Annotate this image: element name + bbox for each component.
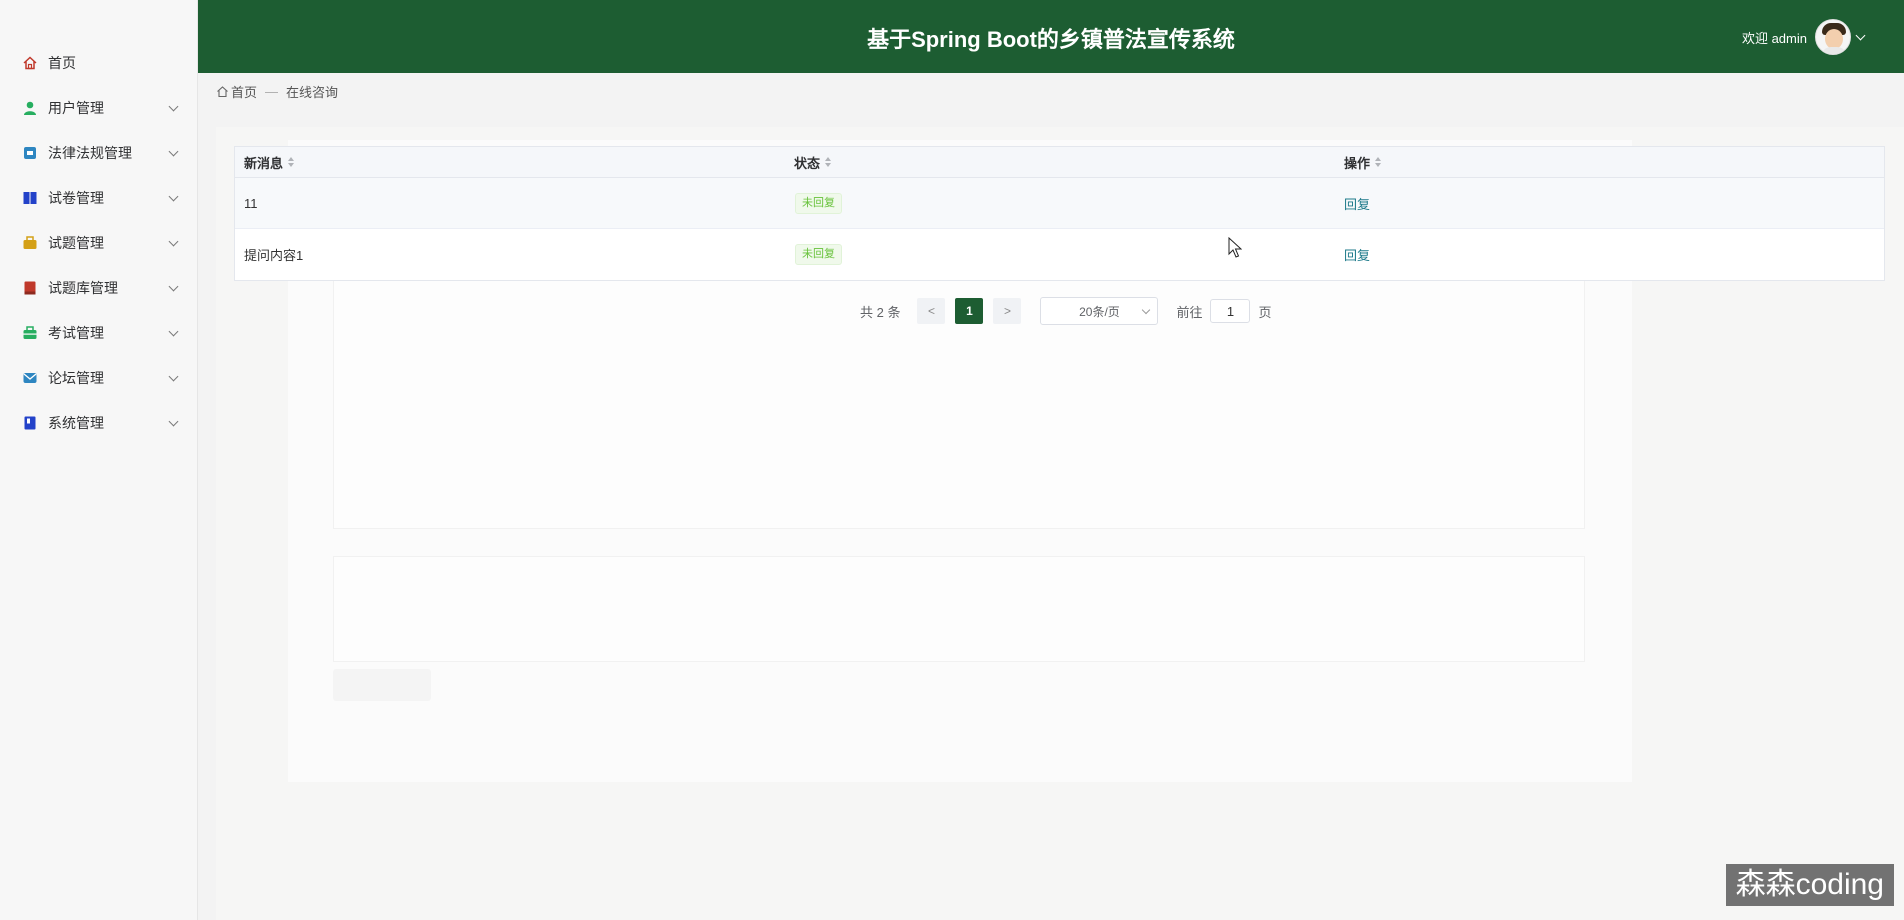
cell-action: 回复 — [1335, 194, 1884, 213]
pagination-goto: 前往 页 — [1176, 299, 1272, 323]
ghost-input — [333, 556, 1585, 662]
sidebar-menu: 首页 用户管理 法律法规管理 试卷管理 试题管理 试题库管理 考试管理 论坛管理… — [0, 40, 197, 445]
mouse-cursor-icon — [1228, 236, 1243, 259]
ghost-textarea — [333, 254, 1585, 529]
sidebar-item-label: 首页 — [48, 54, 76, 71]
sidebar-item-forum[interactable]: 论坛管理 — [0, 355, 197, 400]
chevron-down-icon — [168, 371, 179, 381]
system-icon — [22, 415, 38, 431]
sort-icon[interactable] — [288, 157, 295, 167]
sidebar-item-question-bank[interactable]: 试题库管理 — [0, 265, 197, 310]
sidebar-item-papers[interactable]: 试卷管理 — [0, 175, 197, 220]
reply-button[interactable]: 回复 — [1344, 245, 1370, 264]
table-header: 新消息 状态 操作 — [235, 147, 1884, 178]
chevron-down-icon — [1142, 305, 1151, 315]
sidebar-item-label: 论坛管理 — [48, 369, 104, 386]
exam-icon — [22, 325, 38, 341]
cell-status: 未回复 — [785, 192, 1335, 214]
home-icon[interactable] — [216, 85, 229, 98]
bank-icon — [22, 280, 38, 296]
chevron-down-icon — [168, 191, 179, 201]
pagination: 共 2 条 < 1 > 20条/页 前往 页 — [860, 297, 1272, 325]
sidebar-item-label: 用户管理 — [48, 99, 104, 116]
sidebar-item-label: 试题库管理 — [48, 279, 118, 296]
sidebar-item-system[interactable]: 系统管理 — [0, 400, 197, 445]
ghost-send-button — [333, 669, 431, 701]
chevron-down-icon — [168, 236, 179, 246]
breadcrumb-home[interactable]: 首页 — [231, 82, 257, 101]
avatar[interactable] — [1815, 19, 1851, 55]
sidebar-item-exams[interactable]: 考试管理 — [0, 310, 197, 355]
question-icon — [22, 235, 38, 251]
chevron-down-icon — [168, 146, 179, 156]
chevron-down-icon — [168, 416, 179, 426]
sidebar-item-laws[interactable]: 法律法规管理 — [0, 130, 197, 175]
top-header: 基于Spring Boot的乡镇普法宣传系统 欢迎 admin — [198, 0, 1904, 73]
chevron-down-icon — [168, 326, 179, 336]
page-number-button[interactable]: 1 — [955, 298, 984, 324]
forum-icon — [22, 370, 38, 386]
sort-icon[interactable] — [825, 157, 832, 167]
pagination-total: 共 2 条 — [860, 304, 901, 320]
sidebar-item-label: 试卷管理 — [48, 189, 104, 206]
sidebar-item-label: 系统管理 — [48, 414, 104, 431]
user-icon — [22, 100, 38, 116]
chevron-down-icon[interactable] — [1855, 30, 1866, 40]
column-header-action[interactable]: 操作 — [1335, 153, 1884, 172]
breadcrumb-separator: — — [265, 83, 279, 99]
column-header-message[interactable]: 新消息 — [235, 153, 785, 172]
law-icon — [22, 145, 38, 161]
app-title: 基于Spring Boot的乡镇普法宣传系统 — [867, 27, 1235, 52]
reply-button[interactable]: 回复 — [1344, 194, 1370, 213]
cell-status: 未回复 — [785, 244, 1335, 265]
sidebar-item-users[interactable]: 用户管理 — [0, 85, 197, 130]
table-row: 11 未回复 回复 — [235, 178, 1884, 229]
cell-message: 11 — [244, 195, 258, 211]
status-badge: 未回复 — [795, 192, 842, 214]
cell-message: 提问内容1 — [244, 248, 304, 263]
sidebar-item-questions[interactable]: 试题管理 — [0, 220, 197, 265]
column-header-status[interactable]: 状态 — [785, 153, 1335, 172]
sidebar: 首页 用户管理 法律法规管理 试卷管理 试题管理 试题库管理 考试管理 论坛管理… — [0, 0, 198, 920]
home-icon — [22, 55, 38, 71]
page-size-select[interactable]: 20条/页 — [1040, 297, 1159, 325]
goto-page-input[interactable] — [1210, 299, 1251, 323]
sidebar-item-label: 法律法规管理 — [48, 144, 132, 161]
user-menu[interactable]: 欢迎 admin — [1741, 18, 1866, 56]
chevron-down-icon — [168, 101, 179, 111]
table-row: 提问内容1 未回复 回复 — [235, 229, 1884, 280]
breadcrumb: 首页 — 在线咨询 — [216, 82, 338, 100]
consult-table: 新消息 状态 操作 11 未回复 回复 提问内容1 未回复 回复 — [234, 146, 1885, 281]
next-page-button[interactable]: > — [993, 298, 1022, 324]
cell-action: 回复 — [1335, 245, 1884, 264]
watermark: 森森coding — [1725, 864, 1894, 906]
status-badge: 未回复 — [795, 244, 842, 265]
sidebar-item-label: 试题管理 — [48, 234, 104, 251]
paper-icon — [22, 190, 38, 206]
prev-page-button[interactable]: < — [917, 298, 946, 324]
sidebar-item-home[interactable]: 首页 — [0, 40, 197, 85]
welcome-text: 欢迎 admin — [1741, 30, 1807, 46]
sidebar-item-label: 考试管理 — [48, 324, 104, 341]
chevron-down-icon — [168, 281, 179, 291]
sort-icon[interactable] — [1375, 157, 1382, 167]
breadcrumb-current: 在线咨询 — [286, 84, 339, 100]
